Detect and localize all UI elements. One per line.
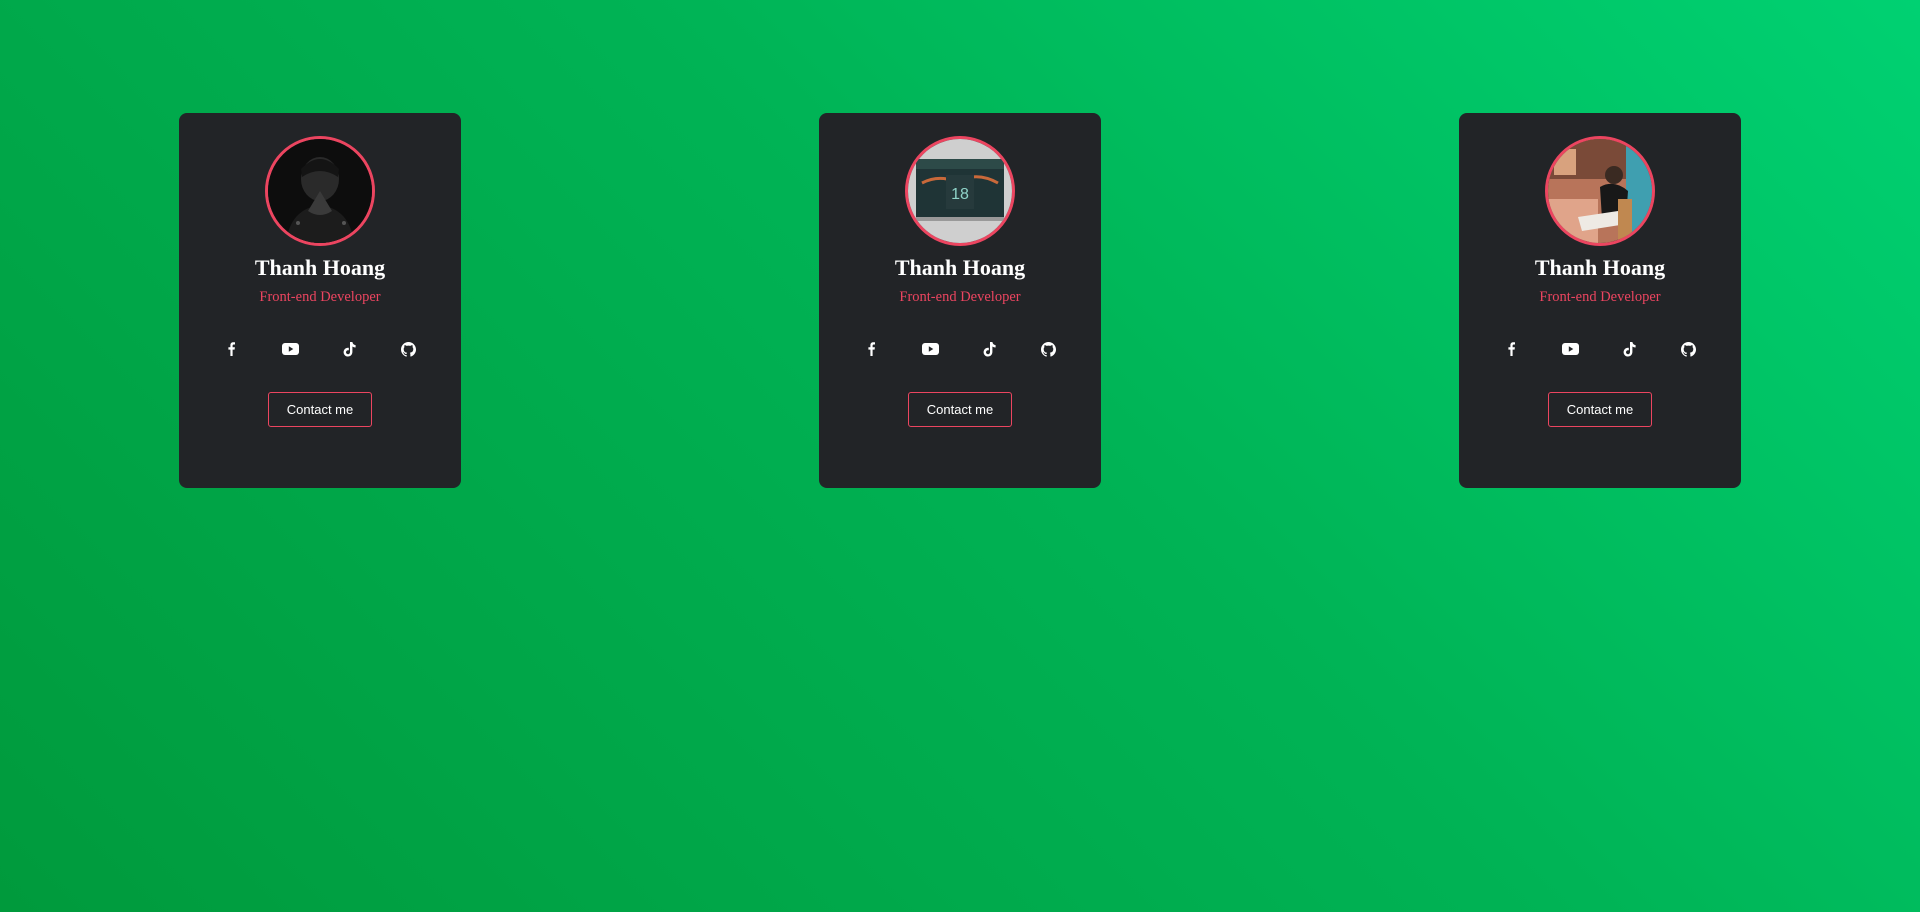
avatar-photo: 18 — [908, 139, 1012, 243]
profile-role: Front-end Developer — [899, 289, 1021, 305]
youtube-icon[interactable] — [919, 338, 941, 360]
social-links — [1484, 338, 1716, 360]
social-links — [844, 338, 1076, 360]
tiktok-icon[interactable] — [1619, 338, 1641, 360]
facebook-icon[interactable] — [220, 338, 242, 360]
profile-role: Front-end Developer — [259, 289, 381, 305]
profile-card: Thanh Hoang Front-end Developer Contact … — [179, 113, 461, 488]
tiktok-icon[interactable] — [979, 338, 1001, 360]
avatar — [265, 136, 375, 246]
github-icon[interactable] — [1678, 338, 1700, 360]
contact-me-button[interactable]: Contact me — [908, 392, 1012, 427]
profile-card: 18 Thanh Hoang Front-end Developer Conta… — [819, 113, 1101, 488]
contact-me-button[interactable]: Contact me — [1548, 392, 1652, 427]
github-icon[interactable] — [398, 338, 420, 360]
youtube-icon[interactable] — [279, 338, 301, 360]
contact-me-button[interactable]: Contact me — [268, 392, 372, 427]
profile-name: Thanh Hoang — [1534, 255, 1666, 280]
avatar: 18 — [905, 136, 1015, 246]
github-icon[interactable] — [1038, 338, 1060, 360]
svg-text:18: 18 — [951, 186, 969, 203]
tiktok-icon[interactable] — [339, 338, 361, 360]
youtube-icon[interactable] — [1559, 338, 1581, 360]
facebook-icon[interactable] — [1500, 338, 1522, 360]
profile-name: Thanh Hoang — [894, 255, 1026, 280]
avatar-photo — [1548, 139, 1652, 243]
profile-name: Thanh Hoang — [254, 255, 386, 280]
profile-card: Thanh Hoang Front-end Developer Contact … — [1459, 113, 1741, 488]
social-links — [204, 338, 436, 360]
avatar-photo — [268, 139, 372, 243]
facebook-icon[interactable] — [860, 338, 882, 360]
avatar — [1545, 136, 1655, 246]
profile-role: Front-end Developer — [1539, 289, 1661, 305]
